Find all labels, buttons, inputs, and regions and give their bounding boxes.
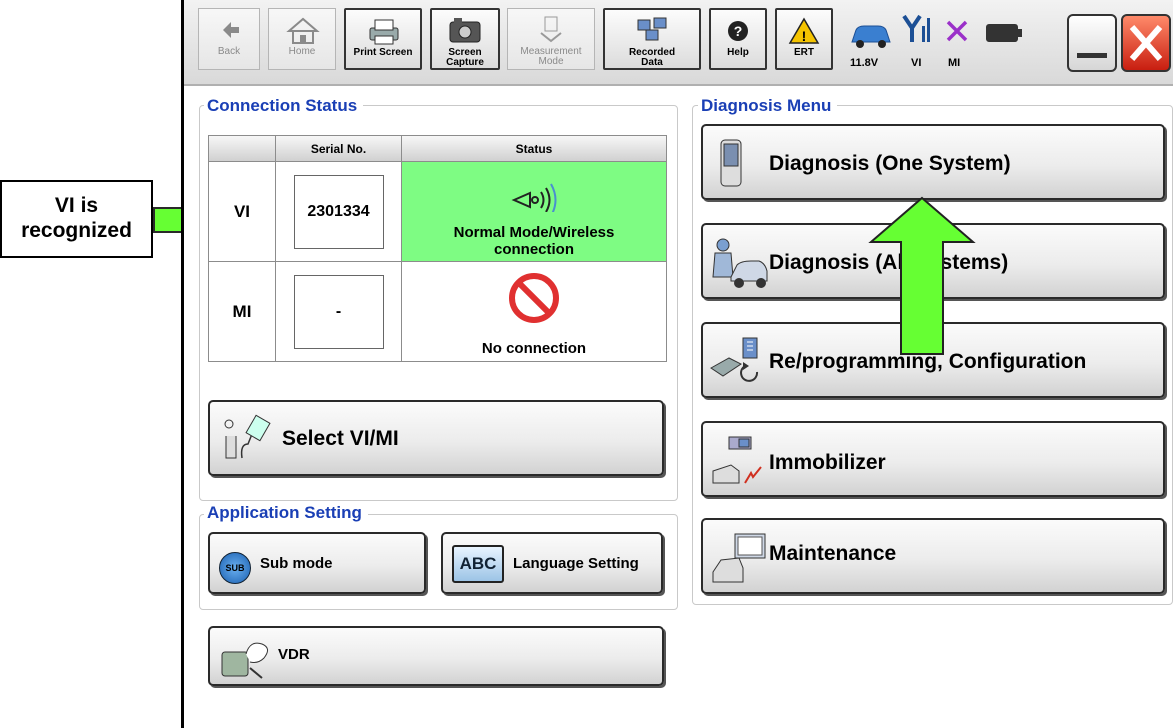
maintenance-icon	[712, 533, 766, 583]
print-screen-label: Print Screen	[353, 47, 413, 58]
callout-line2: recognized	[21, 219, 132, 242]
print-screen-button[interactable]: Print Screen	[344, 8, 422, 70]
immobilizer-label: Immobilizer	[769, 451, 886, 474]
recorded-data-icon	[637, 17, 667, 41]
mi-indicator-label: MI	[948, 57, 961, 69]
table-row-mi: MI - No connection	[208, 261, 667, 362]
select-vi-mi-button[interactable]: Select VI/MI	[208, 400, 664, 476]
language-setting-button[interactable]: ABC Language Setting	[441, 532, 663, 594]
table-header-serial: Serial No.	[275, 135, 402, 162]
svg-text:?: ?	[734, 23, 743, 39]
maintenance-button[interactable]: Maintenance	[701, 518, 1165, 594]
help-button[interactable]: ? Help	[709, 8, 767, 70]
printer-icon	[369, 19, 399, 45]
back-arrow-icon	[223, 22, 239, 38]
mi-status-text: No connection	[481, 340, 587, 357]
abc-icon: ABC	[452, 545, 504, 583]
row-label-mi: MI	[208, 261, 276, 362]
help-icon: ?	[728, 21, 748, 41]
vi-status-line1: Normal Mode/Wireless	[453, 224, 615, 241]
ert-label: ERT	[794, 47, 814, 58]
annotation-up-arrow	[868, 196, 976, 355]
mi-status-cell: No connection	[401, 261, 667, 362]
vi-status-cell: Normal Mode/Wireless connection	[401, 161, 667, 262]
home-icon	[286, 17, 320, 44]
back-button[interactable]: Back	[198, 8, 260, 70]
table-header-blank	[208, 135, 276, 162]
wireless-signal-icon	[511, 183, 557, 212]
battery-icon	[986, 24, 1022, 42]
sub-icon: SUB	[219, 552, 251, 584]
diagnosis-one-system-button[interactable]: Diagnosis (One System)	[701, 124, 1165, 200]
measurement-label-2: Mode	[538, 56, 564, 67]
connection-status-title: Connection Status	[204, 96, 364, 116]
sub-mode-button[interactable]: SUB Sub mode	[208, 532, 426, 594]
camera-icon	[449, 18, 481, 43]
home-label: Home	[288, 46, 316, 57]
diagnosis-one-system-label: Diagnosis (One System)	[769, 152, 1011, 175]
vdr-label: VDR	[278, 646, 310, 663]
recorded-data-button[interactable]: Recorded Data	[603, 8, 701, 70]
svg-text:!: !	[802, 28, 807, 44]
diagnosis-menu-title: Diagnosis Menu	[698, 96, 838, 116]
application-setting-title: Application Setting	[204, 503, 368, 523]
close-button[interactable]	[1121, 14, 1171, 72]
language-setting-label: Language Setting	[513, 555, 639, 572]
sub-mode-label: Sub mode	[260, 555, 333, 572]
immobilizer-button[interactable]: Immobilizer	[701, 421, 1165, 497]
signal-icon	[902, 14, 930, 42]
vi-recognized-callout: VI is recognized	[0, 180, 153, 258]
warning-icon: !	[788, 17, 820, 44]
screen-capture-label-2: Capture	[446, 57, 484, 68]
immobilizer-icon	[712, 436, 762, 484]
measurement-icon	[540, 16, 562, 43]
consult-window: Back Home Print Screen Screen Capture Me…	[181, 0, 1173, 728]
maintenance-label: Maintenance	[769, 542, 897, 565]
select-vi-mi-icon	[224, 414, 271, 459]
mechanic-car-icon	[712, 238, 768, 288]
reprogramming-icon	[710, 337, 759, 382]
callout-line1: VI is	[54, 194, 99, 217]
voltage-readout: 11.8V	[850, 57, 879, 69]
row-label-vi: VI	[208, 161, 276, 262]
vi-serial-number: 2301334	[293, 174, 384, 249]
connection-table: Serial No. Status VI 2301334 Normal Mode…	[208, 135, 667, 362]
recorded-label-2: Data	[641, 57, 663, 68]
mi-serial-number: -	[293, 274, 384, 349]
home-button[interactable]: Home	[268, 8, 336, 70]
vdr-button[interactable]: VDR	[208, 626, 664, 686]
table-header-status: Status	[401, 135, 667, 162]
no-connection-icon	[509, 273, 559, 323]
minimize-button[interactable]	[1067, 14, 1117, 72]
toolbar: Back Home Print Screen Screen Capture Me…	[184, 0, 1173, 86]
handheld-device-icon	[720, 139, 742, 187]
vi-status-line2: connection	[493, 241, 574, 258]
table-row-vi: VI 2301334 Normal Mode/Wireless connecti…	[208, 161, 667, 262]
vi-indicator-label: VI	[911, 57, 922, 69]
measurement-mode-button[interactable]: Measurement Mode	[507, 8, 595, 70]
car-battery-icon	[851, 25, 891, 48]
mi-disconnected-icon	[946, 20, 968, 42]
close-icon	[1129, 25, 1163, 61]
screen-capture-button[interactable]: Screen Capture	[430, 8, 500, 70]
help-label: Help	[727, 47, 749, 58]
back-label: Back	[217, 46, 241, 57]
ert-button[interactable]: ! ERT	[775, 8, 833, 70]
vdr-icon	[221, 642, 268, 679]
select-vi-mi-label: Select VI/MI	[282, 427, 399, 450]
